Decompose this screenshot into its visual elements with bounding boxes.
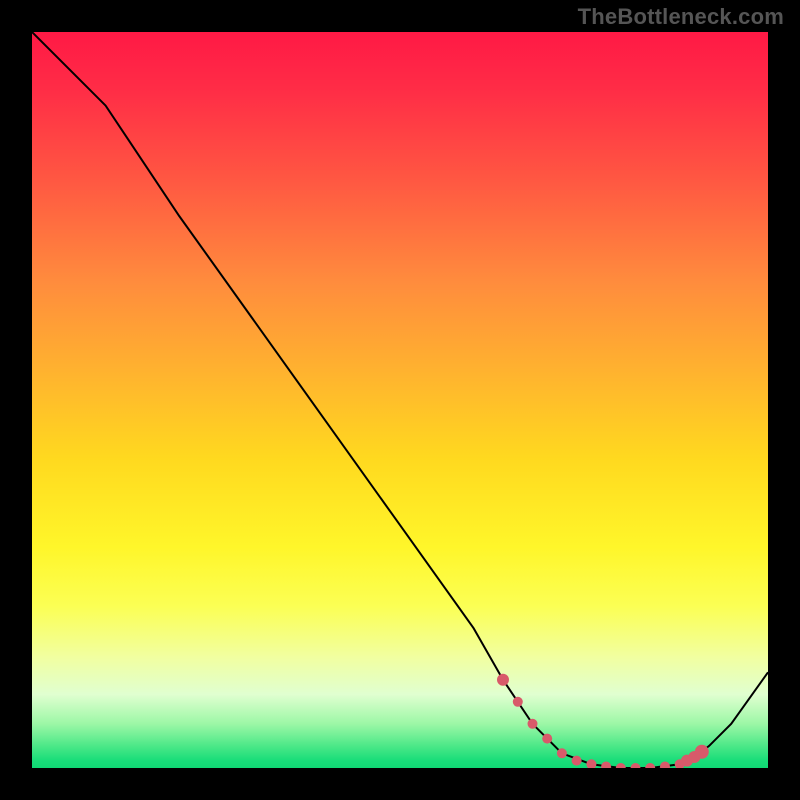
curve-svg [32,32,768,768]
sweet-spot-marker [695,745,709,759]
sweet-spot-marker [513,697,523,707]
sweet-spot-marker [572,756,582,766]
bottleneck-curve [32,32,768,768]
sweet-spot-markers [497,674,709,768]
plot-area [32,32,768,768]
sweet-spot-marker [631,763,641,768]
sweet-spot-marker [616,763,626,768]
sweet-spot-marker [542,734,552,744]
watermark-label: TheBottleneck.com [578,4,784,30]
sweet-spot-marker [660,762,670,769]
sweet-spot-marker [645,763,655,768]
sweet-spot-marker [586,759,596,768]
sweet-spot-marker [497,674,509,686]
sweet-spot-marker [528,719,538,729]
sweet-spot-marker [601,762,611,769]
chart-frame: TheBottleneck.com [0,0,800,800]
sweet-spot-marker [557,748,567,758]
